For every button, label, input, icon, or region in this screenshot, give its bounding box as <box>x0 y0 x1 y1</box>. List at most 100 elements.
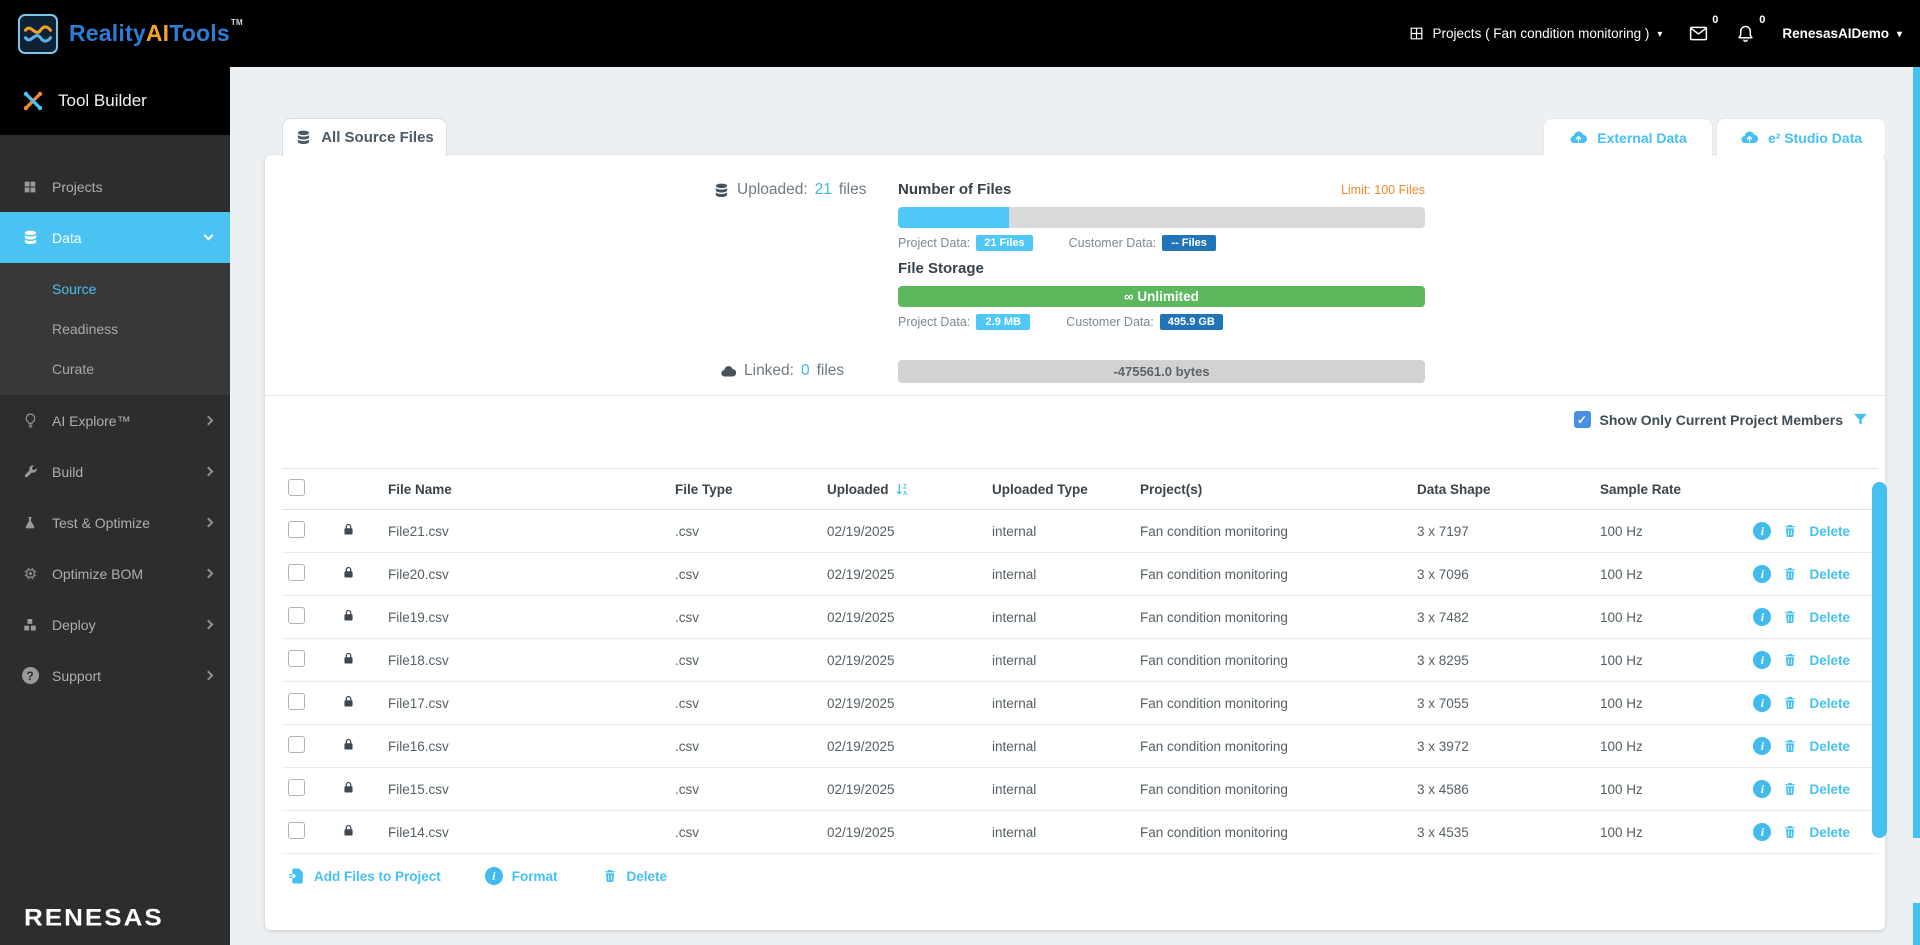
projects-cell: Fan condition monitoring <box>1140 695 1288 711</box>
row-delete-button[interactable]: Delete <box>1809 653 1850 668</box>
row-checkbox[interactable] <box>288 736 305 753</box>
lock-icon <box>341 565 356 583</box>
sidebar-item-test-optimize[interactable]: Test & Optimize <box>0 497 230 548</box>
sidebar-item-support[interactable]: ? Support <box>0 650 230 701</box>
row-delete-button[interactable]: Delete <box>1809 739 1850 754</box>
row-checkbox[interactable] <box>288 607 305 624</box>
messages-button[interactable]: 0 <box>1688 14 1718 44</box>
info-icon[interactable]: i <box>1753 694 1772 712</box>
sample-rate-cell: 100 Hz <box>1600 652 1643 668</box>
project-storage-badge: 2.9 MB <box>976 314 1031 330</box>
info-icon[interactable]: i <box>1753 522 1772 540</box>
trash-icon[interactable] <box>1782 566 1798 582</box>
sidebar-subitem-source[interactable]: Source <box>0 269 230 309</box>
sidebar-item-projects[interactable]: Projects <box>0 161 230 212</box>
tab-all-source-files[interactable]: All Source Files <box>282 118 447 156</box>
caret-down-icon: ▾ <box>1657 29 1663 40</box>
filter-icon[interactable] <box>1852 411 1869 428</box>
col-uploaded[interactable]: Uploaded <box>809 482 974 497</box>
row-checkbox[interactable] <box>288 693 305 710</box>
show-members-label: Show Only Current Project Members <box>1599 411 1844 428</box>
projects-menu[interactable]: Projects ( Fan condition monitoring ) ▾ <box>1408 25 1663 42</box>
delete-selected-button[interactable]: Delete <box>602 868 667 884</box>
app-title: RealityAIToolsTM <box>69 18 243 46</box>
trash-icon[interactable] <box>1782 781 1798 797</box>
sample-rate-cell: 100 Hz <box>1600 824 1643 840</box>
trash-icon[interactable] <box>1782 523 1798 539</box>
row-delete-button[interactable]: Delete <box>1809 524 1850 539</box>
info-icon[interactable]: i <box>1753 780 1772 798</box>
show-members-checkbox[interactable]: ✓ <box>1573 411 1591 428</box>
sidebar-item-optimize-bom[interactable]: Optimize BOM <box>0 548 230 599</box>
row-checkbox[interactable] <box>288 779 305 796</box>
row-checkbox[interactable] <box>288 650 305 667</box>
data-shape-cell: 3 x 3972 <box>1417 738 1469 754</box>
window-scrollbar[interactable] <box>1913 67 1920 945</box>
sidebar-item-deploy[interactable]: Deploy <box>0 599 230 650</box>
sidebar-item-data[interactable]: Data <box>0 212 230 263</box>
uploaded-type-cell: internal <box>992 609 1037 625</box>
e2-studio-data-button[interactable]: e² Studio Data <box>1716 118 1886 156</box>
scrollbar-thumb[interactable] <box>1913 67 1920 838</box>
info-icon[interactable]: i <box>1753 737 1772 755</box>
tool-builder-header[interactable]: Tool Builder <box>0 67 230 135</box>
app-logo[interactable]: RealityAIToolsTM <box>18 13 243 54</box>
scrollbar-thumb[interactable] <box>1913 903 1920 945</box>
row-delete-button[interactable]: Delete <box>1809 696 1850 711</box>
database-icon <box>713 182 730 199</box>
row-checkbox[interactable] <box>288 822 305 839</box>
notifications-count: 0 <box>1759 14 1766 26</box>
row-delete-button[interactable]: Delete <box>1809 610 1850 625</box>
info-icon[interactable]: i <box>1753 651 1772 669</box>
trash-icon[interactable] <box>1782 609 1798 625</box>
sidebar-subitem-curate[interactable]: Curate <box>0 349 230 389</box>
file-name-cell: File14.csv <box>388 824 449 840</box>
row-checkbox[interactable] <box>288 564 305 581</box>
add-files-to-project-button[interactable]: Add Files to Project <box>287 867 441 885</box>
uploaded-cell: 02/19/2025 <box>827 609 895 625</box>
uploaded-type-cell: internal <box>992 566 1037 582</box>
trash-icon[interactable] <box>1782 652 1798 668</box>
data-shape-cell: 3 x 7096 <box>1417 566 1469 582</box>
chevron-right-icon <box>203 619 214 630</box>
sidebar-item-build[interactable]: Build <box>0 446 230 497</box>
trash-icon[interactable] <box>1782 738 1798 754</box>
user-menu[interactable]: RenesasAIDemo ▾ <box>1782 26 1902 41</box>
sidebar-nav: Projects Data Source Readiness Curate AI… <box>0 135 230 701</box>
format-button[interactable]: i Format <box>484 867 558 885</box>
trash-icon[interactable] <box>1782 824 1798 840</box>
section-divider <box>265 395 1885 396</box>
select-all-checkbox[interactable] <box>288 479 305 496</box>
table-row: File16.csv .csv 02/19/2025 internal Fan … <box>282 725 1878 768</box>
info-icon[interactable]: i <box>1753 565 1772 583</box>
row-delete-button[interactable]: Delete <box>1809 825 1850 840</box>
uploaded-count-line: Uploaded: 21 files <box>713 181 867 199</box>
file-name-cell: File17.csv <box>388 695 449 711</box>
info-icon[interactable]: i <box>1753 608 1772 626</box>
row-delete-button[interactable]: Delete <box>1809 782 1850 797</box>
bottom-actions: Add Files to Project i Format Delete <box>287 867 667 885</box>
messages-count: 0 <box>1712 14 1719 26</box>
chevron-right-icon <box>203 466 214 477</box>
uploaded-type-cell: internal <box>992 824 1037 840</box>
uploaded-cell: 02/19/2025 <box>827 523 895 539</box>
table-scrollbar[interactable] <box>1872 482 1887 838</box>
number-of-files-title: Number of Files <box>898 181 1012 198</box>
file-name-cell: File18.csv <box>388 652 449 668</box>
info-icon: i <box>484 867 503 885</box>
uploaded-cell: 02/19/2025 <box>827 738 895 754</box>
sidebar-subitem-readiness[interactable]: Readiness <box>0 309 230 349</box>
notifications-button[interactable]: 0 <box>1735 14 1765 44</box>
sidebar-item-ai-explore[interactable]: AI Explore™ <box>0 395 230 446</box>
files-progress-fill <box>898 207 1009 228</box>
row-delete-button[interactable]: Delete <box>1809 567 1850 582</box>
info-icon[interactable]: i <box>1753 823 1772 841</box>
lock-icon <box>341 694 356 712</box>
file-name-cell: File21.csv <box>388 523 449 539</box>
external-data-button[interactable]: External Data <box>1543 118 1713 156</box>
cloud-icon <box>720 363 737 380</box>
file-name-cell: File15.csv <box>388 781 449 797</box>
trash-icon[interactable] <box>1782 695 1798 711</box>
row-checkbox[interactable] <box>288 521 305 538</box>
uploaded-type-cell: internal <box>992 781 1037 797</box>
